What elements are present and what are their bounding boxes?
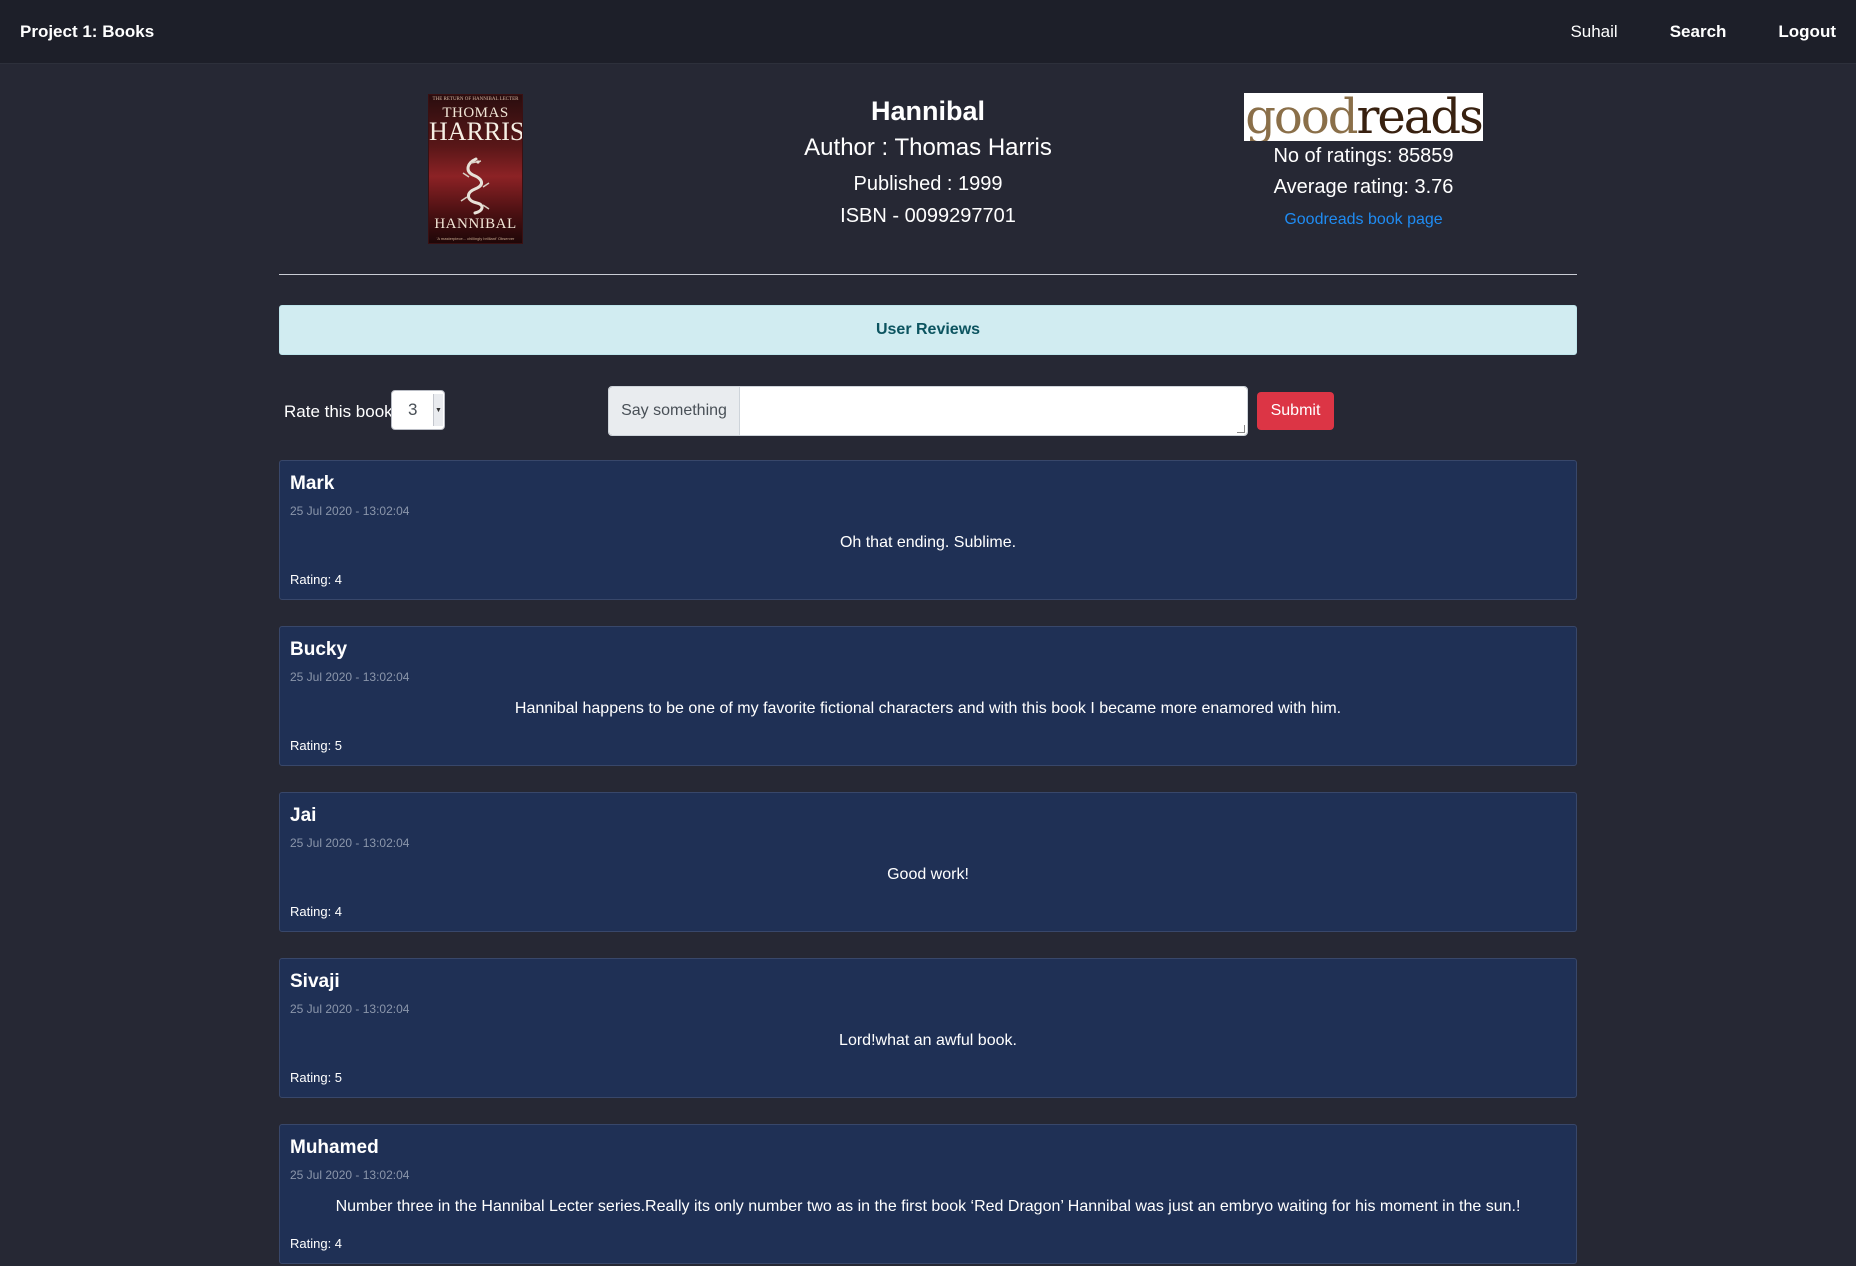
goodreads-logo: good reads — [1244, 93, 1483, 141]
review-timestamp: 25 Jul 2020 - 13:02:04 — [290, 504, 410, 518]
review-rating: Rating: 5 — [290, 738, 343, 753]
review-timestamp: 25 Jul 2020 - 13:02:04 — [290, 836, 410, 850]
review-text: Number three in the Hannibal Lecter seri… — [335, 1198, 1521, 1215]
submit-button[interactable]: Submit — [1257, 392, 1334, 430]
rating-select-value: 3 — [408, 400, 418, 419]
reviews-list: Mark 25 Jul 2020 - 13:02:04 Oh that endi… — [279, 460, 1577, 1264]
comment-input-group: Say something — [608, 386, 1248, 436]
review-text: Lord!what an awful book. — [839, 1032, 1017, 1049]
review-rating: Rating: 4 — [290, 904, 343, 919]
nav-logout-link[interactable]: Logout — [1778, 22, 1836, 42]
review-author: Muhamed — [290, 1137, 379, 1158]
review-card: Jai 25 Jul 2020 - 13:02:04 Good work! Ra… — [279, 792, 1577, 932]
goodreads-panel: good reads No of ratings: 85859 Average r… — [1244, 93, 1483, 237]
rate-label: Rate this book — [284, 402, 393, 421]
user-reviews-banner: User Reviews — [279, 305, 1577, 355]
comment-textarea[interactable] — [740, 387, 1247, 435]
review-author: Mark — [290, 473, 335, 494]
goodreads-book-link[interactable]: Goodreads book page — [1284, 203, 1442, 237]
review-author: Sivaji — [290, 971, 340, 992]
select-arrow-icon[interactable]: ▼ — [433, 394, 443, 426]
nav-user-link[interactable]: Suhail — [1570, 22, 1617, 42]
cover-quote: 'A masterpiece... chillingly brilliant' … — [436, 236, 515, 241]
review-card: Muhamed 25 Jul 2020 - 13:02:04 Number th… — [279, 1124, 1577, 1264]
review-rating: Rating: 5 — [290, 1070, 343, 1085]
review-timestamp: 25 Jul 2020 - 13:02:04 — [290, 1168, 410, 1182]
book-header: THE RETURN OF HANNIBAL LECTER THOMAS HAR… — [279, 64, 1577, 274]
comment-prefix-label: Say something — [609, 387, 740, 435]
review-rating: Rating: 4 — [290, 1236, 343, 1251]
navbar: Project 1: Books Suhail Search Logout — [0, 0, 1856, 64]
review-text: Hannibal happens to be one of my favorit… — [514, 700, 1342, 717]
review-author: Bucky — [290, 639, 348, 660]
review-text: Oh that ending. Sublime. — [839, 534, 1017, 551]
goodreads-average-rating: Average rating: 3.76 — [1273, 176, 1454, 198]
review-author: Jai — [290, 805, 317, 826]
rating-select[interactable]: 3 ▼ — [391, 390, 445, 430]
brand-link[interactable]: Project 1: Books — [20, 22, 154, 42]
review-timestamp: 25 Jul 2020 - 13:02:04 — [290, 1002, 410, 1016]
main-container: THE RETURN OF HANNIBAL LECTER THOMAS HAR… — [279, 64, 1577, 1264]
goodreads-logo-light: good — [1245, 93, 1358, 141]
divider — [279, 274, 1577, 275]
review-card: Bucky 25 Jul 2020 - 13:02:04 Hannibal ha… — [279, 626, 1577, 766]
review-rating: Rating: 4 — [290, 572, 343, 587]
review-timestamp: 25 Jul 2020 - 13:02:04 — [290, 670, 410, 684]
review-card: Sivaji 25 Jul 2020 - 13:02:04 Lord!what … — [279, 958, 1577, 1098]
review-card: Mark 25 Jul 2020 - 13:02:04 Oh that endi… — [279, 460, 1577, 600]
resize-grip-icon[interactable] — [1237, 425, 1245, 433]
review-form: Rate this book 3 ▼ Say something Submit — [279, 355, 1577, 460]
goodreads-logo-dark: reads — [1356, 93, 1483, 141]
goodreads-ratings-count: No of ratings: 85859 — [1273, 145, 1454, 167]
review-text: Good work! — [887, 866, 969, 883]
nav-links: Suhail Search Logout — [1518, 22, 1836, 42]
nav-search-link[interactable]: Search — [1670, 22, 1727, 42]
